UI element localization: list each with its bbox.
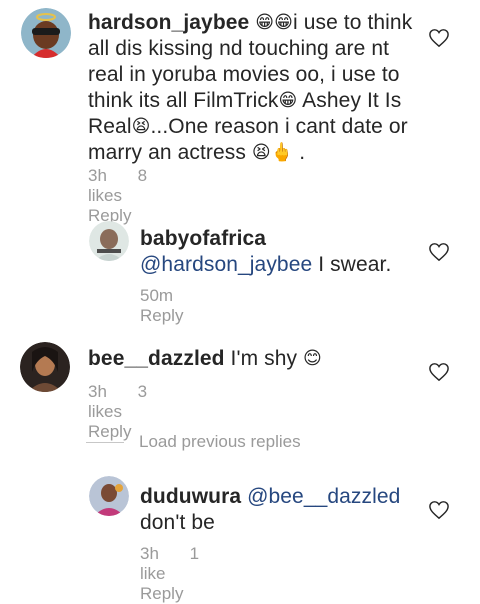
- reply-button[interactable]: Reply: [88, 422, 131, 441]
- grinning-face-icon: 😁: [255, 12, 275, 33]
- like-heart-icon[interactable]: [428, 500, 450, 520]
- comment-text: I swear.: [312, 253, 392, 276]
- comment-time: 3h: [88, 382, 107, 401]
- comment-time: 3h: [140, 544, 159, 563]
- reply-button[interactable]: Reply: [140, 306, 183, 325]
- comment-text: don't be: [140, 511, 215, 534]
- avatar[interactable]: [21, 8, 71, 58]
- load-previous-replies[interactable]: Load previous replies: [139, 432, 301, 452]
- comment-text: .: [293, 141, 306, 164]
- like-heart-icon[interactable]: [428, 242, 450, 262]
- mention-link[interactable]: @hardson_jaybee: [140, 253, 312, 276]
- avatar[interactable]: [20, 342, 70, 392]
- like-heart-icon[interactable]: [428, 362, 450, 382]
- grinning-face-icon: 😁: [274, 12, 293, 33]
- like-heart-icon[interactable]: [428, 28, 450, 48]
- comment-time: 3h: [88, 166, 107, 185]
- comment-text: I'm shy: [224, 347, 304, 370]
- comment-username[interactable]: hardson_jaybee: [88, 11, 249, 34]
- comment-username[interactable]: bee__dazzled: [88, 347, 225, 370]
- divider-line: [86, 442, 124, 443]
- mention-link[interactable]: @bee__dazzled: [247, 485, 400, 508]
- comment-username[interactable]: duduwura: [140, 485, 241, 508]
- comment-time: 50m: [140, 286, 174, 305]
- tired-face-icon: 😫: [131, 116, 151, 137]
- raised-finger-icon: 🖕: [270, 142, 294, 163]
- blushing-face-icon: 😊: [303, 348, 322, 369]
- tired-face-icon: 😫: [251, 142, 271, 163]
- comment-username[interactable]: babyofafrica: [140, 227, 266, 250]
- avatar[interactable]: [89, 221, 129, 261]
- grinning-face-icon: 😁: [278, 90, 298, 111]
- avatar[interactable]: [89, 476, 129, 516]
- reply-button[interactable]: Reply: [140, 584, 183, 603]
